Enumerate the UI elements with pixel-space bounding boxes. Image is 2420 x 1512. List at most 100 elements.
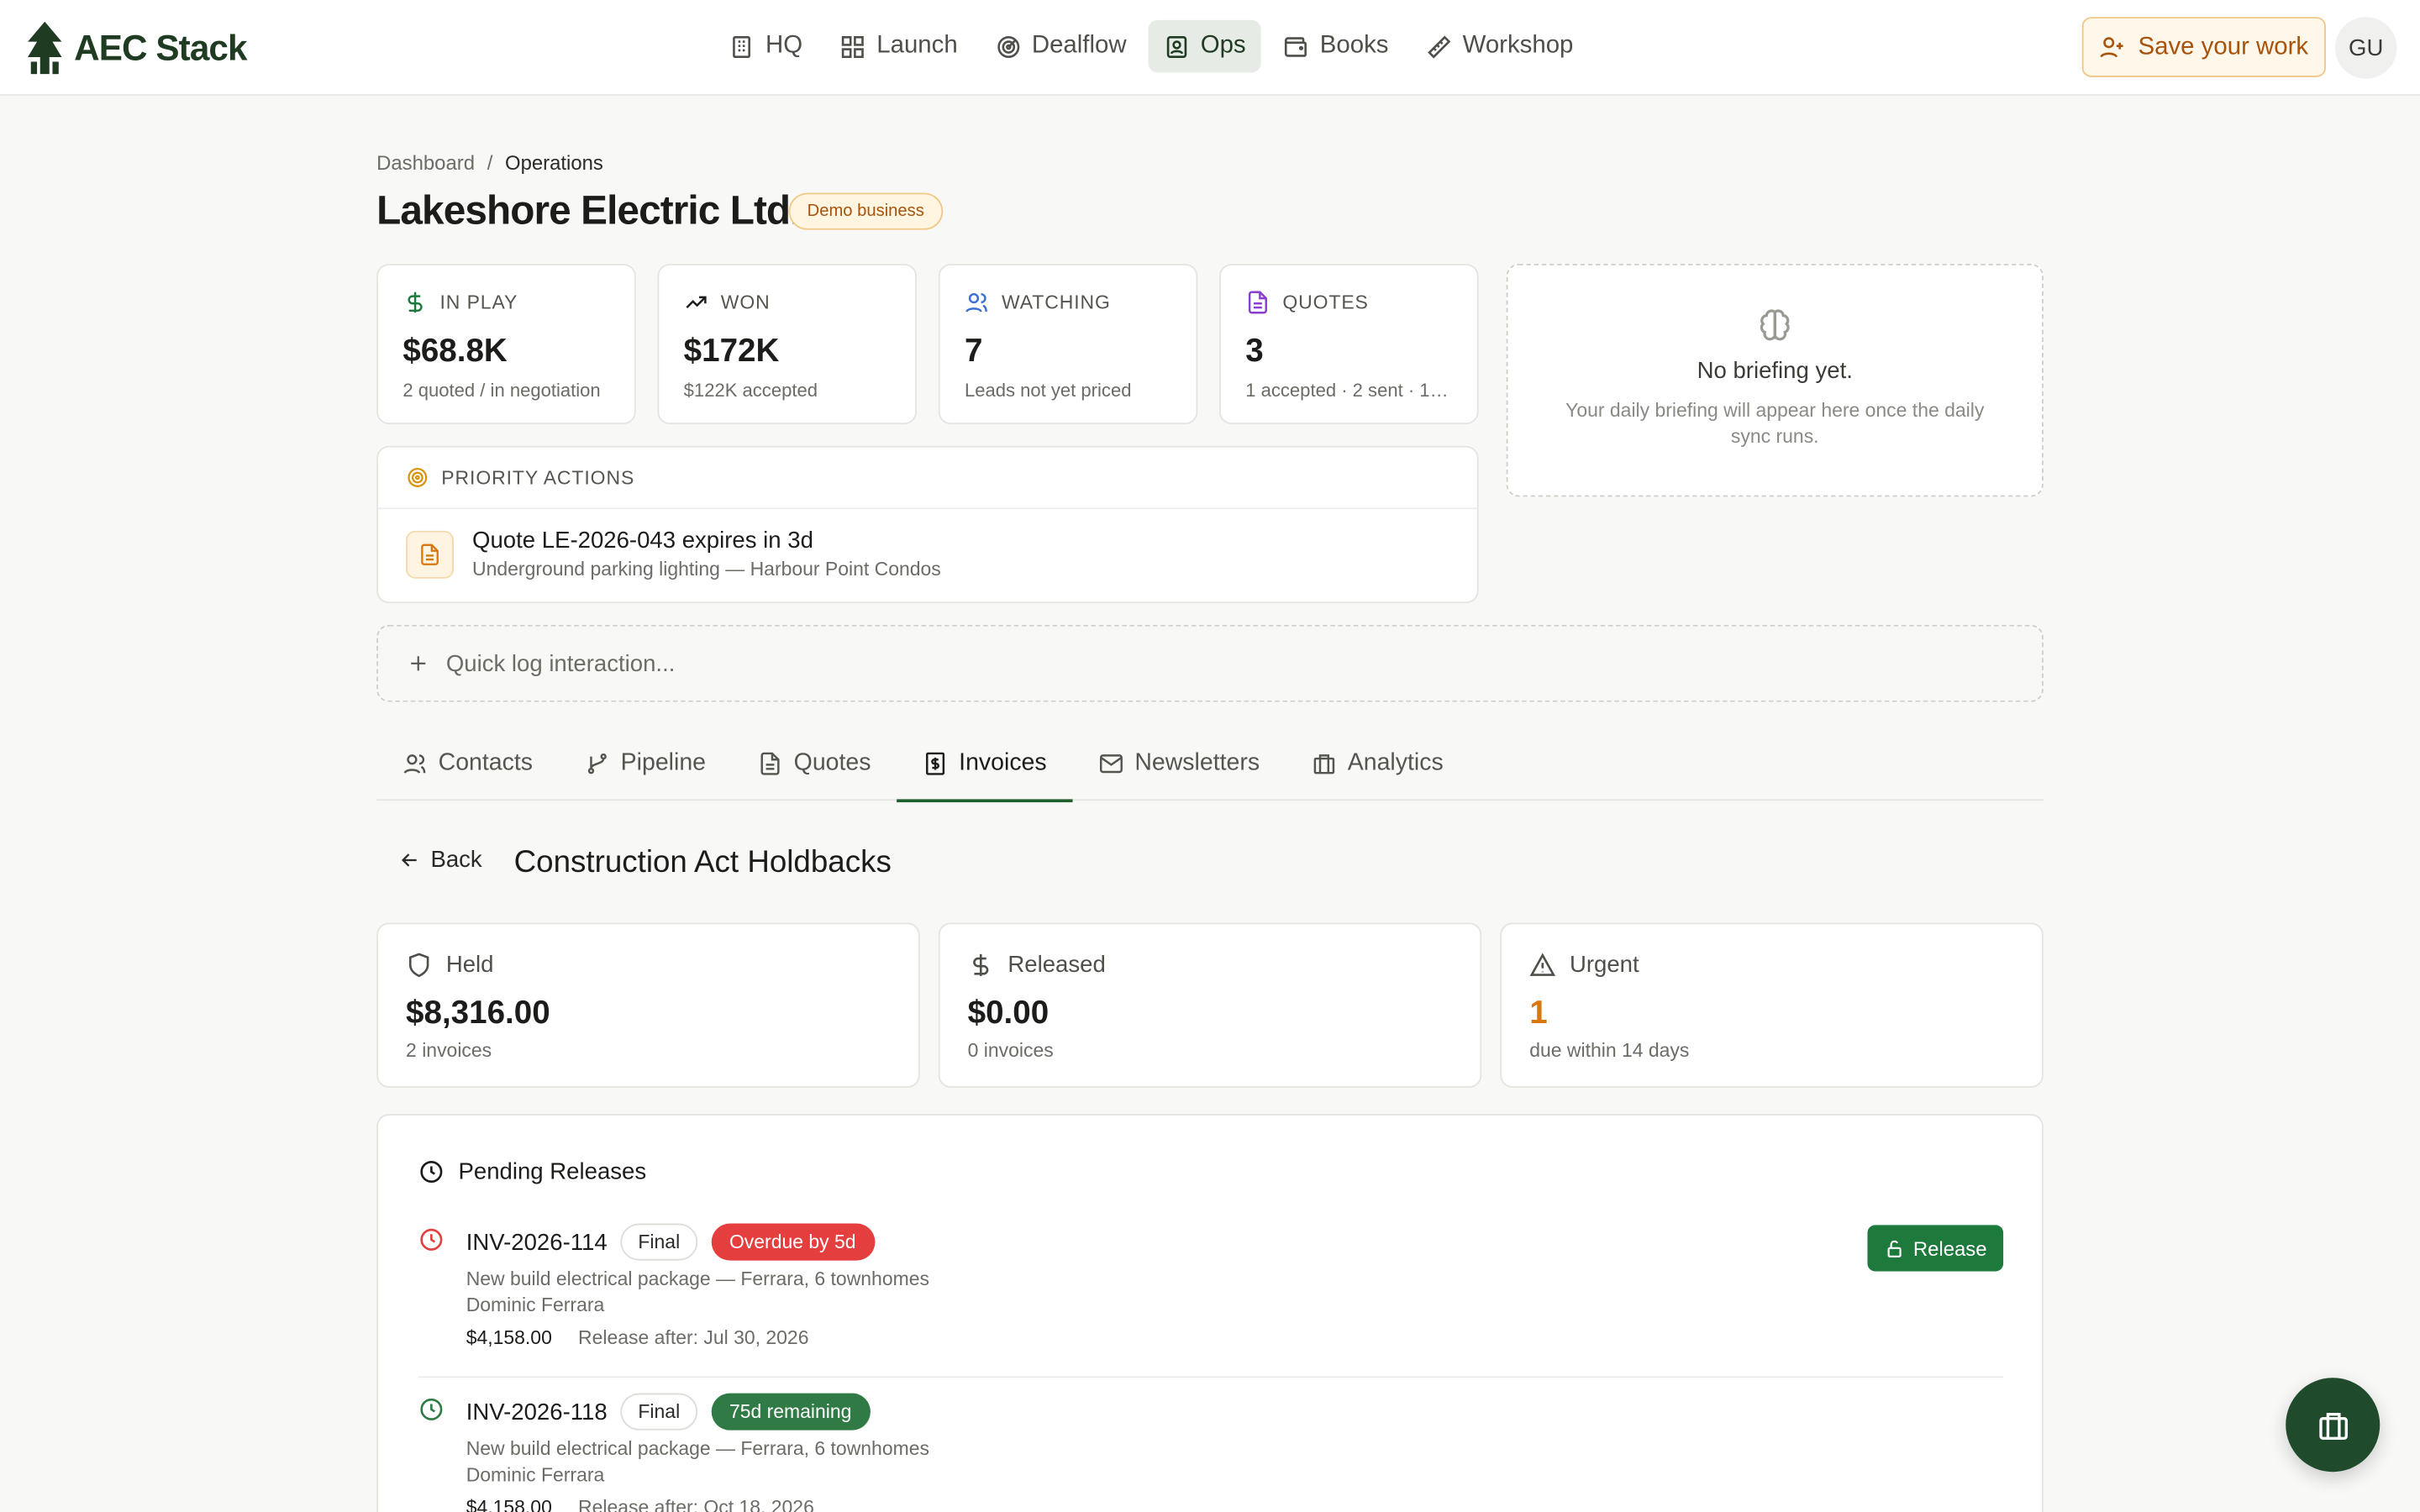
building-icon — [733, 35, 750, 58]
shield-icon — [408, 953, 429, 978]
stat-card-watching[interactable]: WATCHING 7 Leads not yet priced — [938, 264, 1198, 425]
release-status-badge: Overdue by 5d — [710, 1223, 875, 1261]
breadcrumb-dashboard[interactable]: Dashboard — [376, 151, 475, 175]
priority-item-text: Quote LE-2026-043 expires in 3d Undergro… — [472, 528, 941, 580]
save-label: Save your work — [2138, 33, 2309, 60]
stat-value: 3 — [1245, 333, 1264, 369]
release-client: Dominic Ferrara — [466, 1464, 605, 1486]
pending-releases-header: Pending Releases — [418, 1158, 646, 1185]
tab-invoices[interactable]: Invoices — [897, 727, 1073, 803]
nav-item-hq[interactable]: HQ — [713, 20, 818, 72]
breadcrumb-separator: / — [487, 151, 493, 175]
tab-label: Contacts — [438, 749, 533, 776]
nav-label: Workshop — [1462, 32, 1574, 59]
release-after-date: Release after: Oct 18, 2026 — [578, 1496, 814, 1512]
tab-newsletters[interactable]: Newsletters — [1073, 727, 1286, 801]
breadcrumb-current: Operations — [505, 151, 603, 175]
stat-header: WON — [684, 290, 891, 314]
users-icon — [965, 292, 987, 312]
demo-business-badge: Demo business — [788, 192, 943, 230]
holdback-card-released: Released $0.00 0 invoices — [938, 922, 1482, 1088]
file-icon — [761, 752, 781, 775]
stat-label: WATCHING — [1002, 291, 1111, 313]
grid-icon — [841, 35, 864, 58]
save-your-work-button[interactable]: Save your work — [2081, 17, 2326, 77]
floating-toolbox-button[interactable] — [2286, 1378, 2381, 1473]
release-row: INV-2026-114 Final Overdue by 5d New bui… — [418, 1223, 2004, 1378]
nav-item-launch[interactable]: Launch — [824, 20, 973, 72]
release-client: Dominic Ferrara — [466, 1294, 605, 1316]
nav-label: Ops — [1200, 32, 1246, 59]
nav-label: Dealflow — [1031, 32, 1127, 59]
release-project: New build electrical package — Ferrara, … — [466, 1268, 929, 1290]
nav-label: Launch — [876, 32, 958, 59]
alert-triangle-icon — [1529, 953, 1556, 976]
invoice-id[interactable]: INV-2026-118 — [466, 1399, 608, 1425]
briefcase-icon — [1313, 754, 1335, 774]
nav-item-workshop[interactable]: Workshop — [1410, 20, 1589, 72]
user-avatar[interactable]: GU — [2334, 17, 2397, 79]
wallet-icon — [1285, 36, 1307, 56]
quick-log-input[interactable]: Quick log interaction... — [376, 624, 2044, 702]
nav-label: HQ — [765, 32, 803, 59]
priority-item-title: Quote LE-2026-043 expires in 3d — [472, 528, 813, 554]
stat-sub: $122K accepted — [683, 379, 818, 402]
holdbacks-title: Construction Act Holdbacks — [513, 845, 892, 879]
trending-up-icon — [686, 296, 707, 308]
briefing-text: Your daily briefing will appear here onc… — [1565, 399, 1985, 448]
briefing-title: No briefing yet. — [1697, 358, 1853, 385]
release-button[interactable]: Release — [1867, 1225, 2004, 1272]
stat-value: $68.8K — [402, 333, 508, 369]
tab-label: Invoices — [959, 749, 1047, 776]
tab-label: Newsletters — [1134, 749, 1260, 776]
page-title: Lakeshore Electric Ltd. — [376, 186, 801, 234]
file-icon — [421, 543, 439, 565]
tab-pipeline[interactable]: Pipeline — [559, 727, 732, 801]
stat-card-in-play[interactable]: IN PLAY $68.8K 2 quoted / in negotiation — [376, 264, 636, 425]
back-button[interactable]: Back — [398, 847, 482, 874]
holdback-card-sub: 0 invoices — [967, 1039, 1054, 1062]
holdback-card-value: $0.00 — [967, 995, 1050, 1031]
file-icon — [1248, 291, 1267, 314]
mail-icon — [1100, 754, 1123, 774]
priority-action-item[interactable]: Quote LE-2026-043 expires in 3d Undergro… — [378, 509, 1477, 599]
dollar-icon — [408, 291, 423, 313]
release-row: INV-2026-118 Final 75d remaining New bui… — [418, 1393, 2003, 1512]
users-icon — [403, 754, 426, 774]
ruler-icon — [1427, 34, 1450, 58]
invoice-id[interactable]: INV-2026-114 — [466, 1229, 608, 1255]
stat-sub: 1 accepted · 2 sent · 1 d... — [1245, 379, 1453, 402]
aec-logo-icon — [28, 21, 62, 75]
stat-card-won[interactable]: WON $172K $122K accepted — [657, 264, 918, 425]
release-row-description: New build electrical package — Ferrara, … — [466, 1436, 929, 1488]
top-nav-bar: AEC Stack HQ Launch Dealflow Ops Books W… — [0, 0, 2420, 96]
stat-header: IN PLAY — [402, 290, 609, 314]
release-amount: $4,158.00 — [466, 1326, 552, 1349]
holdback-card-value: $8,316.00 — [406, 995, 550, 1031]
target-icon — [408, 467, 428, 487]
ops-tabs: Contacts Pipeline Quotes Invoices Newsle… — [376, 727, 2044, 803]
stat-value: $172K — [683, 333, 780, 369]
tab-label: Quotes — [793, 749, 871, 776]
brand[interactable]: AEC Stack — [24, 20, 247, 76]
nav-item-dealflow[interactable]: Dealflow — [979, 20, 1142, 72]
git-branch-icon — [588, 753, 608, 774]
release-status-badge: 75d remaining — [710, 1393, 871, 1431]
nav-item-ops[interactable]: Ops — [1148, 19, 1261, 73]
holdback-card-header: Held — [406, 952, 891, 978]
priority-header-label: PRIORITY ACTIONS — [441, 466, 635, 489]
holdback-card-urgent: Urgent 1 due within 14 days — [1500, 922, 2044, 1088]
user-plus-icon — [2100, 37, 2124, 58]
clock-icon — [420, 1398, 443, 1420]
stat-card-quotes[interactable]: QUOTES 3 1 accepted · 2 sent · 1 d... — [1219, 264, 1479, 425]
main-nav: HQ Launch Dealflow Ops Books Workshop — [713, 19, 1589, 73]
tab-label: Pipeline — [620, 749, 706, 776]
priority-item-sub: Underground parking lighting — Harbour P… — [472, 558, 941, 580]
stat-sub: Leads not yet priced — [964, 379, 1132, 402]
nav-item-books[interactable]: Books — [1267, 20, 1403, 72]
holdback-card-header: Urgent — [1529, 952, 2014, 978]
tab-quotes[interactable]: Quotes — [732, 727, 897, 801]
unlock-icon — [1886, 1239, 1901, 1257]
tab-analytics[interactable]: Analytics — [1286, 727, 1470, 801]
tab-contacts[interactable]: Contacts — [376, 727, 559, 801]
